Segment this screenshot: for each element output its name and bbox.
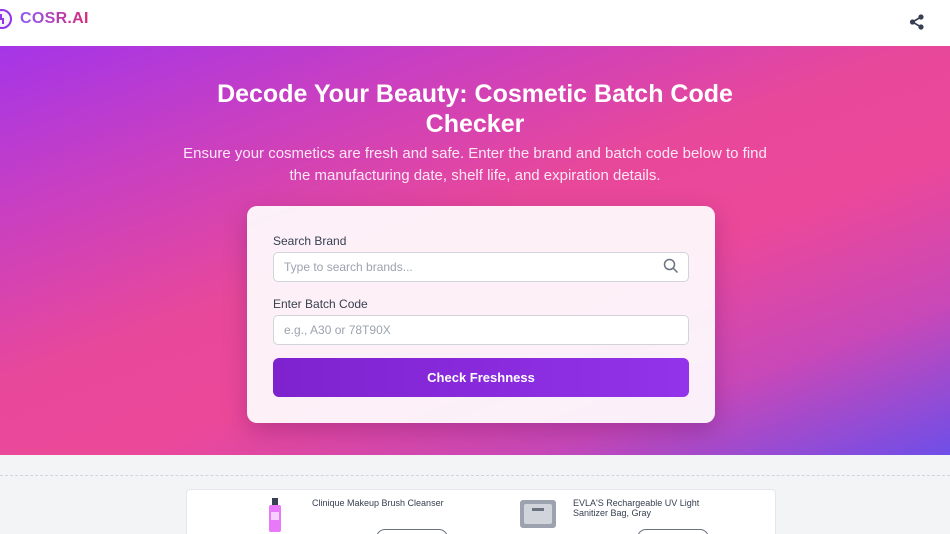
brand-search-input[interactable]: [273, 252, 689, 282]
product-view-button[interactable]: [376, 529, 448, 534]
magnifier-icon: [663, 258, 679, 274]
page-title: Decode Your Beauty: Cosmetic Batch Code …: [217, 80, 733, 138]
brand-label: Search Brand: [273, 234, 347, 248]
logo[interactable]: COSR.AI: [0, 9, 89, 29]
product-view-button[interactable]: [637, 529, 709, 534]
hero-subtitle: Ensure your cosmetics are fresh and safe…: [183, 145, 767, 184]
batch-check-form: Search Brand Enter Batch Code Check Fres…: [247, 206, 715, 423]
product-name: Clinique Makeup Brush Cleanser: [312, 498, 444, 508]
top-navbar: COSR.AI: [0, 0, 950, 46]
cleanser-bottle-image: [269, 498, 281, 532]
product-item[interactable]: EVLA'S Rechargeable UV Light Sanitizer B…: [520, 498, 723, 528]
product-item[interactable]: Clinique Makeup Brush Cleanser: [267, 498, 462, 532]
clock-logo-icon: [0, 9, 12, 29]
hero-section: Decode Your Beauty: Cosmetic Batch Code …: [0, 46, 950, 455]
sanitizer-bag-image: [520, 500, 556, 528]
product-name: EVLA'S Rechargeable UV Light Sanitizer B…: [573, 498, 700, 518]
product-strip: Clinique Makeup Brush Cleanser EVLA'S Re…: [186, 489, 776, 534]
logo-text: COSR.AI: [20, 10, 89, 27]
check-freshness-button[interactable]: Check Freshness: [273, 358, 689, 397]
batch-code-label: Enter Batch Code: [273, 297, 368, 311]
batch-code-input[interactable]: [273, 315, 689, 345]
share-icon[interactable]: [908, 13, 926, 31]
section-divider: [0, 475, 950, 476]
